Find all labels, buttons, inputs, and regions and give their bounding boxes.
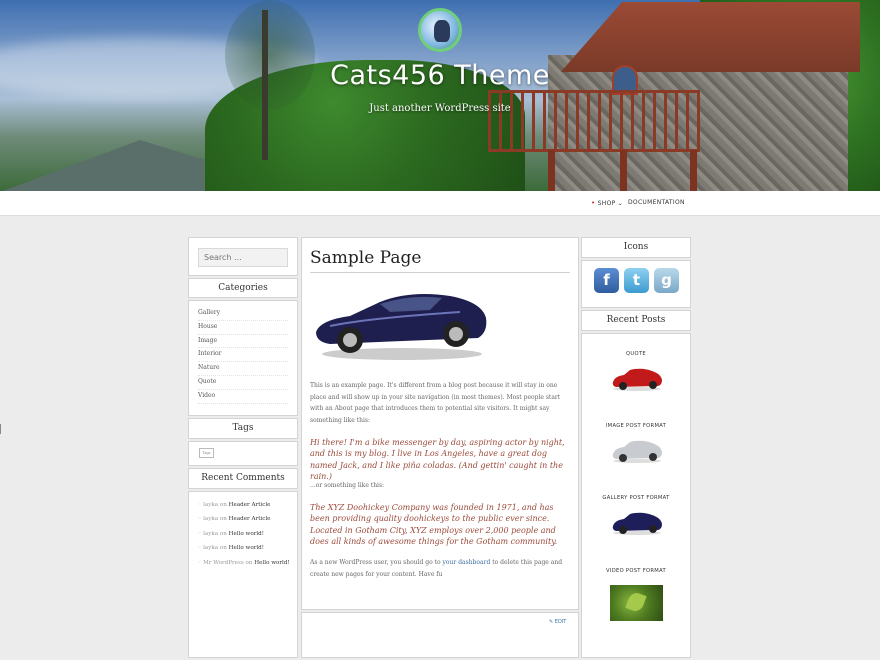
- main-navigation: • SHOP ⌄ DOCUMENTATION: [0, 191, 880, 216]
- category-link-interior[interactable]: Interior: [198, 348, 288, 363]
- nav-item-label: SHOP: [597, 200, 616, 207]
- recent-comments-title: Recent Comments: [201, 473, 285, 483]
- silver-car-thumbnail[interactable]: [610, 438, 664, 464]
- leaf-video-thumbnail[interactable]: [610, 585, 663, 621]
- facebook-icon[interactable]: f: [594, 268, 619, 293]
- comment-on: on: [245, 560, 253, 566]
- comment-author[interactable]: layka: [203, 531, 218, 537]
- tags-title: Tags: [232, 423, 254, 433]
- edit-button[interactable]: ✎ EDIT: [549, 619, 566, 625]
- nav-item-shop[interactable]: • SHOP ⌄: [591, 199, 623, 207]
- paragraph-or: ...or something like this:: [310, 482, 385, 489]
- site-logo-icon[interactable]: [418, 8, 462, 52]
- twitter-icon[interactable]: t: [624, 268, 649, 293]
- comment-on: on: [219, 502, 227, 508]
- category-link-image[interactable]: Image: [198, 335, 288, 349]
- site-title[interactable]: Cats456 Theme: [300, 60, 580, 91]
- google-icon[interactable]: g: [654, 268, 679, 293]
- search-input[interactable]: [198, 248, 288, 267]
- comment-author[interactable]: layka: [203, 502, 218, 508]
- category-link-nature[interactable]: Nature: [198, 362, 288, 376]
- tree-trunk: [262, 10, 268, 160]
- nav-item-label: DOCUMENTATION: [628, 199, 685, 206]
- comment-author[interactable]: layka: [203, 545, 218, 551]
- car-rim-front: [343, 333, 357, 347]
- post-link-image-format[interactable]: IMAGE POST FORMAT: [582, 423, 690, 429]
- comment-item: ◦ Mr WordPress on Hello world!: [198, 559, 293, 568]
- dashboard-link[interactable]: your dashboard: [443, 559, 491, 566]
- leaf-shape: [625, 590, 647, 614]
- comment-item: ◦ layka on Hello world!: [198, 544, 293, 553]
- post-link-gallery-format[interactable]: GALLERY POST FORMAT: [582, 495, 690, 501]
- comment-item: ◦ layka on Hello world!: [198, 530, 293, 539]
- comment-author[interactable]: Mr WordPress: [203, 560, 244, 566]
- icons-title: Icons: [623, 242, 649, 252]
- page-title: Sample Page: [310, 248, 422, 268]
- comment-target-link[interactable]: Hello world!: [254, 560, 289, 566]
- comment-target-link[interactable]: Hello world!: [229, 531, 264, 537]
- post-link-video-format[interactable]: VIDEO POST FORMAT: [582, 568, 690, 574]
- paragraph-dashboard: As a new WordPress user, you should go t…: [310, 557, 570, 580]
- article-footer: [301, 612, 579, 658]
- category-list: Gallery House Image Interior Nature Quot…: [198, 307, 288, 404]
- category-link-quote[interactable]: Quote: [198, 376, 288, 390]
- categories-title: Categories: [218, 283, 268, 293]
- comment-target-link[interactable]: Header Article: [229, 502, 271, 508]
- comment-on: on: [219, 531, 227, 537]
- site-tagline: Just another WordPress site: [369, 103, 511, 114]
- comment-on: on: [219, 545, 227, 551]
- nav-item-documentation[interactable]: DOCUMENTATION: [628, 199, 685, 206]
- paragraph-intro: This is an example page. It's different …: [310, 382, 561, 424]
- recent-posts-title: Recent Posts: [606, 315, 666, 325]
- wooden-balcony: [488, 90, 700, 152]
- cat-silhouette-icon: [434, 20, 450, 42]
- comment-target-link[interactable]: Header Article: [229, 516, 271, 522]
- comment-on: on: [219, 516, 227, 522]
- tag-chip[interactable]: Tags: [199, 448, 214, 458]
- comment-target-link[interactable]: Hello world!: [229, 545, 264, 551]
- edit-label: EDIT: [554, 619, 567, 625]
- category-link-gallery[interactable]: Gallery: [198, 307, 288, 321]
- balcony-post: [690, 150, 697, 191]
- chevron-down-icon: ⌄: [617, 200, 624, 207]
- category-link-video[interactable]: Video: [198, 390, 288, 404]
- comment-item: ◦ layka on Header Article: [198, 515, 293, 524]
- tree-crown: [225, 0, 315, 110]
- balcony-post: [620, 150, 627, 191]
- blue-car-thumbnail[interactable]: [610, 510, 664, 536]
- edge-marker: [0, 424, 3, 434]
- header-banner: Cats456 Theme Just another WordPress sit…: [0, 0, 880, 191]
- balcony-post: [548, 150, 555, 191]
- comment-item: ◦ layka on Header Article: [198, 501, 293, 510]
- nav-dot-icon: •: [591, 199, 596, 207]
- quote-blogger: Hi there! I'm a bike messenger by day, a…: [310, 438, 565, 481]
- paragraph-text: As a new WordPress user, you should go t…: [310, 559, 443, 566]
- post-link-quote[interactable]: QUOTE: [582, 351, 690, 357]
- sports-car-image: [316, 294, 487, 360]
- category-link-house[interactable]: House: [198, 321, 288, 335]
- pencil-icon: ✎: [549, 619, 554, 625]
- title-divider: [310, 272, 570, 273]
- car-rim-rear: [449, 327, 463, 341]
- red-car-thumbnail[interactable]: [610, 366, 664, 392]
- comment-author[interactable]: layka: [203, 516, 218, 522]
- quote-company: The XYZ Doohickey Company was founded in…: [310, 503, 558, 546]
